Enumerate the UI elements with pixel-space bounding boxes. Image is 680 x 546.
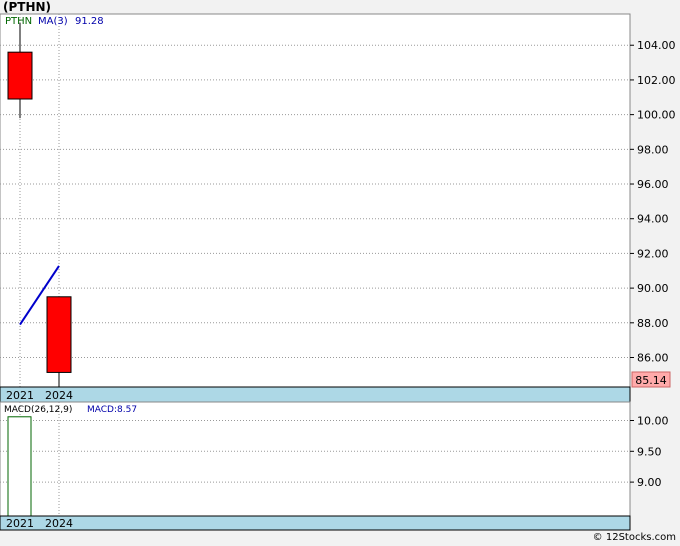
price-y-axis: 86.00 88.00 90.00 92.00 94.00 96.00 98.00 100.0… <box>630 39 676 365</box>
macd-tick-label: 9.50 <box>637 445 662 458</box>
macd-y-axis: 9.00 9.50 10.00 <box>630 414 669 489</box>
price-tick-label: 100.00 <box>637 109 676 122</box>
price-tick-label: 104.00 <box>637 39 676 52</box>
price-tick-label: 102.00 <box>637 74 676 87</box>
ma-legend-label: MA(3) <box>38 16 68 27</box>
price-tick-label: 88.00 <box>637 317 669 330</box>
candle-body <box>46 296 72 373</box>
price-tick-label: 92.00 <box>637 247 669 260</box>
price-tick-label: 90.00 <box>637 282 669 295</box>
macd-x-axis-band <box>0 515 631 531</box>
price-panel <box>0 13 631 388</box>
price-tick-label: 86.00 <box>637 352 669 365</box>
price-x-tick-label: 2021 <box>6 389 34 402</box>
stock-chart: 86.00 88.00 90.00 92.00 94.00 96.00 98.00 100.0… <box>0 13 676 531</box>
macd-legend-value: MACD:8.57 <box>87 405 137 415</box>
macd-tick-label: 10.00 <box>637 414 669 427</box>
candle-body <box>7 51 33 100</box>
ma-legend-value: 91.28 <box>75 16 104 27</box>
macd-tick-label: 9.00 <box>637 476 662 489</box>
macd-x-tick-label: 2021 <box>6 517 34 530</box>
price-tick-label: 96.00 <box>637 178 669 191</box>
macd-marks <box>7 416 32 517</box>
footer-credit: © 12Stocks.com <box>592 532 676 543</box>
macd-bar <box>7 416 32 517</box>
macd-legend-label: MACD(26,12,9) <box>4 405 72 415</box>
price-x-tick-label: 2024 <box>45 389 73 402</box>
macd-panel <box>0 401 631 517</box>
ticker-label: PTHN <box>5 16 32 27</box>
last-price-value: 85.14 <box>635 374 667 387</box>
price-tick-label: 98.00 <box>637 143 669 156</box>
macd-x-tick-label: 2024 <box>45 517 73 530</box>
price-tick-label: 94.00 <box>637 213 669 226</box>
price-x-axis-band <box>0 386 631 403</box>
